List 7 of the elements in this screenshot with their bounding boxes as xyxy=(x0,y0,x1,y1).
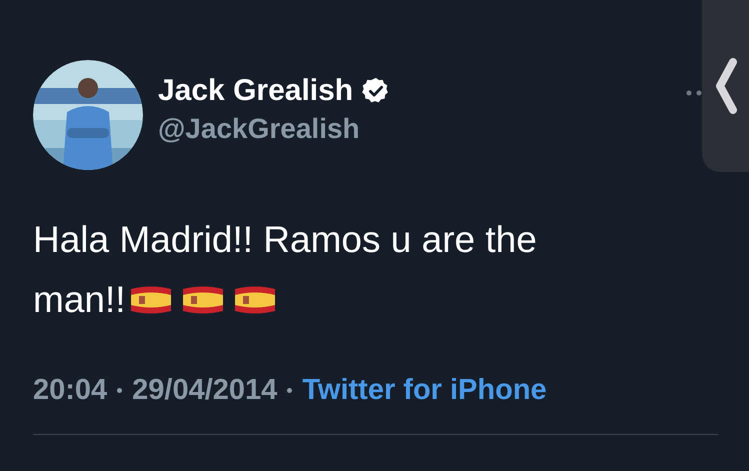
tweet-text-line: man!! xyxy=(33,278,126,322)
tweet-date: 29/04/2014 xyxy=(132,373,278,408)
author-name[interactable]: Jack Grealish xyxy=(158,73,354,109)
tweet-text-line: Hala Madrid!! Ramos u are the xyxy=(33,218,537,262)
source-link[interactable]: Twitter for iPhone xyxy=(302,372,547,408)
author-handle[interactable]: @JackGrealish xyxy=(158,111,392,147)
tweet-time: 20:04 xyxy=(33,373,108,408)
